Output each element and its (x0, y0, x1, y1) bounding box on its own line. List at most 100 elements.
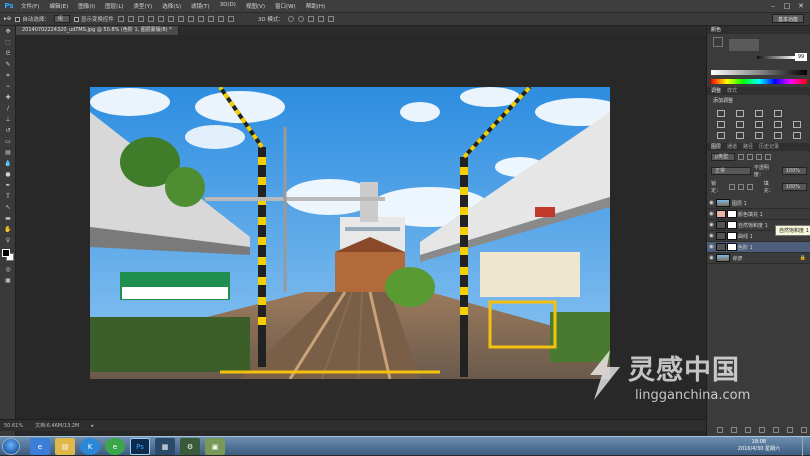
tab-paths[interactable]: 路径 (743, 143, 753, 151)
visibility-eye-icon[interactable]: ◉ (707, 232, 716, 241)
show-desktop-button[interactable] (802, 437, 810, 456)
new-group-icon[interactable] (773, 427, 779, 433)
roll-3d-icon[interactable] (297, 16, 304, 22)
lasso-tool-icon[interactable]: ᘓ (2, 48, 14, 59)
map-icon[interactable]: ▣ (205, 438, 225, 455)
slide-3d-icon[interactable] (317, 16, 324, 22)
distribute-top-icon[interactable] (177, 16, 184, 22)
align-bottom-icon[interactable] (137, 16, 144, 22)
layer-row[interactable]: ◉ 图层 1 (707, 198, 810, 209)
photo-filter-icon[interactable] (793, 121, 801, 128)
layer-row[interactable]: ◉ 背景 🔒 (707, 253, 810, 264)
new-adjustment-icon[interactable] (759, 427, 765, 433)
layer-row-selected[interactable]: ◉ 色阶 1 (707, 242, 810, 253)
black-white-icon[interactable] (774, 121, 782, 128)
status-arrow-icon[interactable]: ▸ (91, 423, 94, 429)
align-hcenter-icon[interactable] (157, 16, 164, 22)
align-left-icon[interactable] (147, 16, 154, 22)
visibility-eye-icon[interactable]: ◉ (707, 243, 716, 252)
layer-style-icon[interactable] (731, 427, 737, 433)
color-value-field[interactable]: 99 (795, 53, 807, 61)
crop-tool-icon[interactable]: ⌗ (2, 70, 14, 81)
visibility-eye-icon[interactable]: ◉ (707, 199, 716, 208)
eyedropper-tool-icon[interactable]: ⌁ (2, 81, 14, 92)
blur-tool-icon[interactable]: 💧 (2, 158, 14, 169)
filter-adjust-icon[interactable] (747, 154, 754, 160)
distribute-bottom-icon[interactable] (197, 16, 204, 22)
minimize-icon[interactable]: – (766, 0, 780, 12)
distribute-hcenter-icon[interactable] (217, 16, 224, 22)
auto-select-checkbox[interactable] (15, 16, 21, 22)
menu-file[interactable]: 文件(F) (16, 2, 44, 10)
rotate-3d-icon[interactable] (287, 16, 294, 22)
menu-3d[interactable]: 3D(D) (215, 2, 241, 10)
browser-icon[interactable]: e (105, 438, 125, 455)
document-size[interactable]: 文档:6.46M/13.2M (35, 422, 79, 429)
maximize-icon[interactable]: □ (780, 0, 794, 12)
filter-pixel-icon[interactable] (738, 154, 745, 160)
color-balance-icon[interactable] (755, 121, 763, 128)
zoom-level[interactable]: 50.61% (4, 423, 23, 429)
align-top-icon[interactable] (117, 16, 124, 22)
grayscale-ramp[interactable] (711, 70, 807, 75)
add-mask-icon[interactable] (745, 427, 751, 433)
align-vcenter-icon[interactable] (127, 16, 134, 22)
show-transform-option[interactable]: 显示变换控件 (73, 15, 114, 23)
menu-view[interactable]: 视图(V) (241, 2, 270, 10)
hand-tool-icon[interactable]: ✋ (2, 224, 14, 235)
menu-edit[interactable]: 编辑(E) (44, 2, 73, 10)
menu-filter[interactable]: 滤镜(T) (186, 2, 215, 10)
menu-layer[interactable]: 图层(L) (100, 2, 128, 10)
dodge-tool-icon[interactable]: ● (2, 169, 14, 180)
tab-styles[interactable]: 样式 (727, 87, 737, 95)
k-app-icon[interactable]: K (80, 438, 100, 455)
layer-kind-filter[interactable]: ρ类型 (711, 153, 736, 161)
drag-3d-icon[interactable] (307, 16, 314, 22)
distribute-vcenter-icon[interactable] (187, 16, 194, 22)
quick-select-tool-icon[interactable]: ✎ (2, 59, 14, 70)
move-tool-icon[interactable]: ✥ (2, 26, 14, 37)
lock-pixels-icon[interactable] (728, 184, 735, 190)
levels-icon[interactable] (736, 110, 744, 117)
tools-icon[interactable]: ⚙ (180, 438, 200, 455)
distribute-right-icon[interactable] (227, 16, 234, 22)
align-right-icon[interactable] (167, 16, 174, 22)
menu-window[interactable]: 窗口(W) (270, 2, 301, 10)
layer-row[interactable]: ◉ 颜色填充 1 (707, 209, 810, 220)
gradient-map-icon[interactable] (774, 132, 782, 139)
ie-icon[interactable]: e (30, 438, 50, 455)
exposure-icon[interactable] (774, 110, 782, 117)
eraser-tool-icon[interactable]: ▭ (2, 136, 14, 147)
auto-select-dropdown[interactable]: 组 (53, 15, 70, 23)
tab-history[interactable]: 历史记录 (759, 143, 779, 151)
fill-field[interactable]: 100% (781, 183, 807, 191)
brightness-contrast-icon[interactable] (717, 110, 725, 117)
workspace-switcher[interactable]: 基本功能 (771, 14, 804, 23)
brush-tool-icon[interactable]: ∕ (2, 103, 14, 114)
brightness-slider[interactable] (757, 56, 795, 59)
invert-icon[interactable] (717, 132, 725, 139)
color-swatches[interactable] (2, 249, 14, 261)
menu-type[interactable]: 类型(Y) (129, 2, 158, 10)
marquee-tool-icon[interactable]: ⬚ (2, 37, 14, 48)
opacity-field[interactable]: 100% (781, 167, 807, 175)
vibrance-icon[interactable] (717, 121, 725, 128)
menu-select[interactable]: 选择(S) (157, 2, 186, 10)
filter-type-icon[interactable] (756, 154, 763, 160)
path-select-tool-icon[interactable]: ↖ (2, 202, 14, 213)
threshold-icon[interactable] (755, 132, 763, 139)
delete-layer-icon[interactable] (801, 427, 807, 433)
pen-tool-icon[interactable]: ✒ (2, 180, 14, 191)
scale-3d-icon[interactable] (327, 16, 334, 22)
close-icon[interactable]: ✕ (794, 0, 808, 12)
visibility-eye-icon[interactable]: ◉ (707, 210, 716, 219)
blend-mode-dropdown[interactable]: 正常 (711, 167, 751, 175)
tab-layers[interactable]: 图层 (711, 143, 721, 151)
tab-color[interactable]: 颜色 (711, 26, 721, 34)
visibility-eye-icon[interactable]: ◉ (707, 221, 716, 230)
document-tab[interactable]: 20140702224320_udTMS.jpg @ 50.8% (色阶 1, … (16, 26, 179, 35)
distribute-left-icon[interactable] (207, 16, 214, 22)
auto-select-option[interactable]: 自动选择： (15, 15, 50, 23)
clone-stamp-tool-icon[interactable]: ⊥ (2, 114, 14, 125)
photoshop-taskbar-icon[interactable]: Ps (130, 438, 150, 455)
